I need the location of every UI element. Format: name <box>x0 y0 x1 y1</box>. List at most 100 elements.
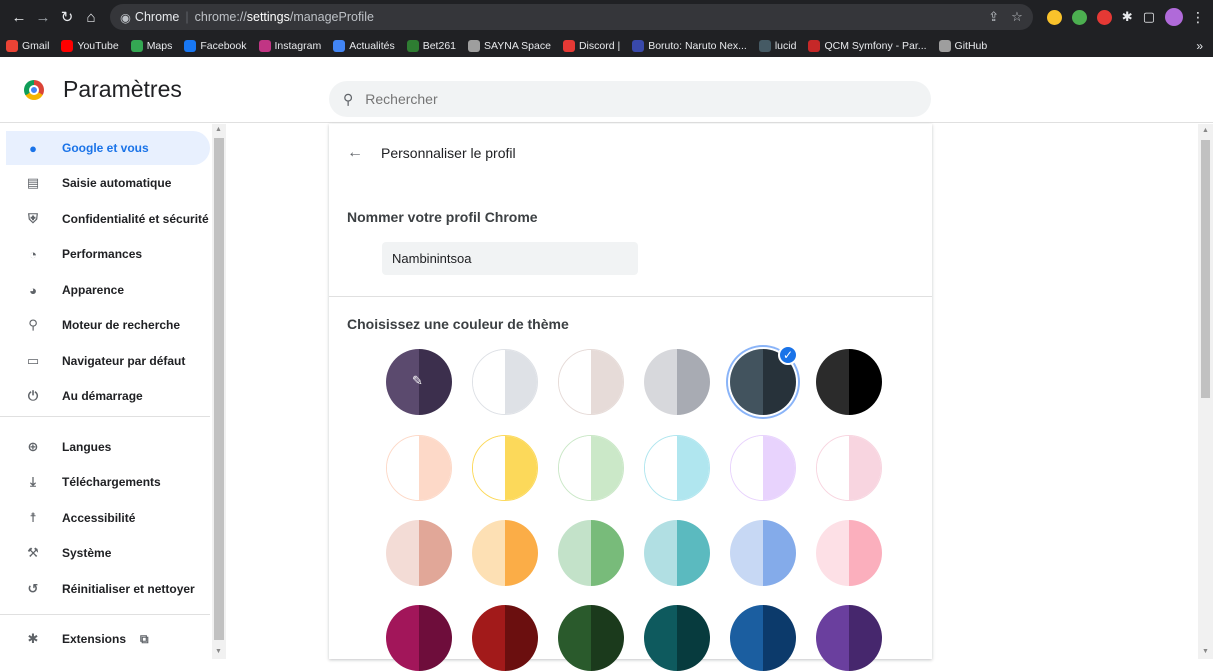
color-picker-icon: ✎ <box>412 373 423 388</box>
bookmark-item[interactable]: Gmail <box>6 39 49 52</box>
theme-color-swatch[interactable] <box>730 435 796 501</box>
extension-icon-yellow[interactable] <box>1046 9 1062 25</box>
scroll-up-icon[interactable]: ▲ <box>1202 127 1209 134</box>
settings-search[interactable]: ⚲ <box>329 81 931 117</box>
reload-icon[interactable]: ↻ <box>56 6 78 28</box>
profile-name-input[interactable] <box>382 242 638 275</box>
bookmark-item[interactable]: lucid <box>758 39 797 52</box>
sidebar-item-label: Navigateur par défaut <box>62 354 186 368</box>
sidebar-item-puzzle[interactable]: ✱ Extensions ⧉ <box>6 622 210 656</box>
share-icon[interactable]: ⇪ <box>988 9 999 25</box>
scroll-down-icon[interactable]: ▼ <box>215 648 222 655</box>
scroll-up-icon[interactable]: ▲ <box>215 126 222 133</box>
sidebar-item-power[interactable]: ⏻ Au démarrage <box>6 379 210 413</box>
page-scrollbar[interactable]: ▲ ▼ <box>1198 124 1213 659</box>
sidebar-item-globe[interactable]: ⊕ Langues <box>6 430 210 464</box>
sidebar-item-person[interactable]: ● Google et vous <box>6 131 210 165</box>
theme-color-swatch[interactable] <box>644 605 710 671</box>
swatch-right-half <box>763 605 796 671</box>
theme-color-swatch[interactable] <box>644 435 710 501</box>
theme-color-swatch[interactable] <box>472 435 538 501</box>
page-scroll-thumb[interactable] <box>1201 140 1210 398</box>
bookmark-favicon-icon <box>406 39 419 52</box>
sidebar-item-browser[interactable]: ▭ Navigateur par défaut <box>6 344 210 378</box>
sidebar-item-palette[interactable]: ◕ Apparence <box>6 273 210 307</box>
bookmark-item[interactable]: Facebook <box>184 39 247 52</box>
bookmark-item[interactable]: Actualités <box>333 39 395 52</box>
back-arrow-icon[interactable]: ← <box>8 6 30 28</box>
theme-color-swatch[interactable] <box>816 520 882 586</box>
bookmarks-overflow-icon[interactable]: » <box>1196 39 1203 53</box>
name-heading: Nommer votre profil Chrome <box>347 209 538 225</box>
sidebar-item-download[interactable]: ⤓ Téléchargements <box>6 465 210 499</box>
swatch-left-half <box>731 436 763 500</box>
swatch-left-half <box>817 436 849 500</box>
wrench-icon: ⚒ <box>27 545 39 560</box>
bookmark-item[interactable]: Bet261 <box>406 39 456 52</box>
bookmark-item[interactable]: Discord | <box>562 39 620 52</box>
sidebar-item-wrench[interactable]: ⚒ Système <box>6 536 210 570</box>
sidebar-scroll-thumb[interactable] <box>214 138 224 640</box>
sidebar-item-accessibility[interactable]: ☨ Accessibilité <box>6 501 210 535</box>
theme-color-swatch[interactable] <box>472 520 538 586</box>
palette-icon: ◕ <box>29 282 37 298</box>
theme-color-swatch[interactable] <box>386 435 452 501</box>
theme-color-swatch[interactable] <box>472 605 538 671</box>
extension-icon-red[interactable] <box>1096 9 1112 25</box>
theme-color-swatch[interactable] <box>644 349 710 415</box>
search-input[interactable] <box>365 91 886 107</box>
theme-color-swatch[interactable] <box>472 349 538 415</box>
bookmark-item[interactable]: QCM Symfony - Par... <box>808 39 927 52</box>
sidebar-item-clipboard[interactable]: ▤ Saisie automatique <box>6 166 210 200</box>
theme-color-swatch[interactable] <box>644 520 710 586</box>
bookmark-label: lucid <box>774 39 797 52</box>
sidebar-scrollbar[interactable]: ▲ ▼ <box>212 124 226 659</box>
clipboard-icon: ▤ <box>26 175 40 190</box>
kebab-menu-icon[interactable]: ⋮ <box>1191 9 1205 26</box>
reset-icon: ↺ <box>27 581 39 596</box>
address-bar[interactable]: ◉ Chrome | chrome://settings/manageProfi… <box>110 4 1033 30</box>
theme-color-swatch[interactable] <box>558 605 624 671</box>
bookmark-item[interactable]: YouTube <box>61 39 119 52</box>
theme-color-swatch[interactable] <box>386 520 452 586</box>
bookmark-item[interactable]: Maps <box>130 39 173 52</box>
sidebar-item-gauge[interactable]: ◔ Performances <box>6 237 210 271</box>
url-prefix: chrome:// <box>194 10 247 24</box>
theme-color-swatch[interactable] <box>816 605 882 671</box>
bookmark-item[interactable]: Boruto: Naruto Nex... <box>632 39 747 52</box>
sidebar-item-reset[interactable]: ↺ Réinitialiser et nettoyer <box>6 572 210 606</box>
home-icon[interactable]: ⌂ <box>80 6 102 28</box>
swatch-right-half <box>677 436 709 500</box>
swatch-right-half <box>591 520 624 586</box>
profile-card: ← Personnaliser le profil Nommer votre p… <box>329 124 932 671</box>
bookmark-item[interactable]: Instagram <box>258 39 321 52</box>
bookmark-favicon-icon <box>468 39 480 52</box>
gauge-icon: ◔ <box>29 246 37 262</box>
bookmark-favicon-icon <box>632 39 645 52</box>
profile-avatar[interactable] <box>1165 8 1183 26</box>
forward-arrow-icon[interactable]: → <box>32 6 54 28</box>
bookmark-item[interactable]: SAYNA Space <box>468 39 551 52</box>
scroll-down-icon[interactable]: ▼ <box>1202 648 1209 655</box>
back-row[interactable]: ← Personnaliser le profil <box>347 144 516 162</box>
extensions-puzzle-icon[interactable]: ✱ <box>1122 9 1133 25</box>
theme-color-swatch[interactable] <box>386 605 452 671</box>
bookmark-item[interactable]: GitHub <box>938 39 987 52</box>
theme-color-swatch[interactable] <box>816 435 882 501</box>
bookmark-label: Maps <box>146 39 173 52</box>
swatch-left-half <box>473 436 505 500</box>
theme-color-swatch[interactable] <box>730 520 796 586</box>
theme-color-swatch[interactable] <box>730 605 796 671</box>
side-panel-icon[interactable]: ▢ <box>1143 9 1155 25</box>
swatch-right-half <box>591 350 623 414</box>
bookmark-favicon-icon <box>130 39 143 52</box>
theme-color-swatch[interactable] <box>558 435 624 501</box>
star-icon[interactable]: ☆ <box>1011 9 1023 25</box>
extension-icon-green[interactable] <box>1071 9 1087 25</box>
theme-color-swatch[interactable] <box>558 349 624 415</box>
sidebar-item-shield[interactable]: ⛨ Confidentialité et sécurité <box>6 202 210 236</box>
back-arrow-icon[interactable]: ← <box>347 144 363 162</box>
theme-color-swatch[interactable] <box>816 349 882 415</box>
sidebar-item-search[interactable]: ⚲ Moteur de recherche <box>6 308 210 342</box>
theme-color-swatch[interactable] <box>558 520 624 586</box>
